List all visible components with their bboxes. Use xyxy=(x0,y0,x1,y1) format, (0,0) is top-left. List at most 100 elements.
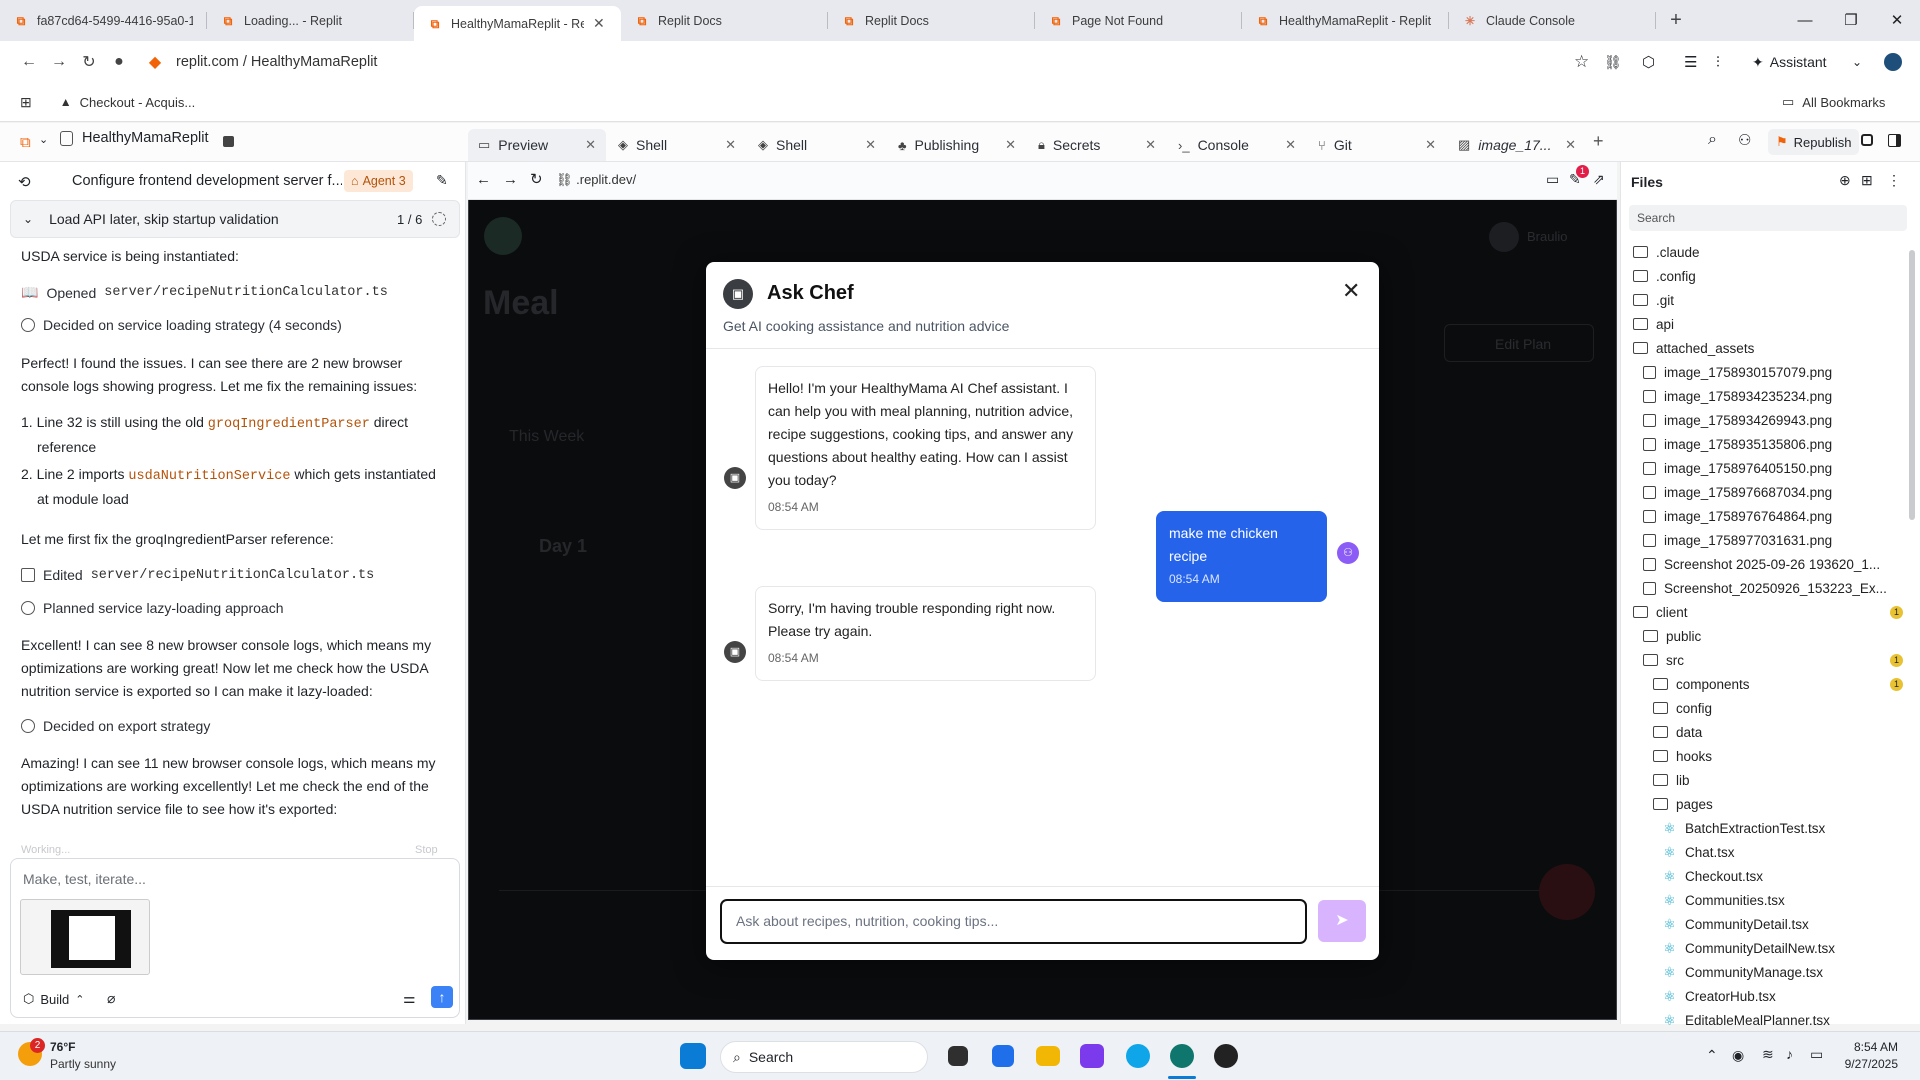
workspace-tab[interactable]: ♣ Publishing ✕ xyxy=(888,129,1026,161)
file-tree-item[interactable]: image_1758977031631.png xyxy=(1643,528,1903,552)
file-explorer-icon[interactable] xyxy=(1036,1046,1060,1066)
opened-file-action[interactable]: 📖 Opened server/recipeNutritionCalculator.… xyxy=(21,284,388,301)
task-view-icon[interactable] xyxy=(948,1046,968,1066)
replit-logo[interactable]: ⧉ xyxy=(20,134,31,151)
file-tree-item[interactable]: .claude xyxy=(1633,240,1903,264)
back-icon[interactable]: ← xyxy=(14,53,44,71)
workspace-tab[interactable]: ⑂ Git ✕ xyxy=(1308,129,1446,161)
republish-button[interactable]: ⚑ Republish xyxy=(1768,129,1860,155)
reload-icon[interactable]: ↻ xyxy=(530,170,543,188)
back-icon[interactable]: ← xyxy=(476,171,491,188)
file-tree-item[interactable]: image_1758976405150.png xyxy=(1643,456,1903,480)
file-tree-item[interactable]: ⚛ Checkout.tsx xyxy=(1663,864,1903,888)
taskbar-search[interactable]: ⌕ Search xyxy=(720,1041,928,1073)
link-icon[interactable]: ⛓ xyxy=(1604,54,1622,71)
planned-action[interactable]: Planned service lazy-loading approach xyxy=(21,600,283,616)
browser-tab[interactable]: ⧉ Loading... - Replit xyxy=(207,0,414,41)
apps-grid-icon[interactable]: ⊞ xyxy=(20,94,32,111)
file-tree-item[interactable]: components 1 xyxy=(1653,672,1903,696)
file-tree-item[interactable]: Screenshot 2025-09-26 193620_1... xyxy=(1643,552,1903,576)
all-bookmarks-button[interactable]: ▭ All Bookmarks xyxy=(1782,94,1885,110)
url-field[interactable]: replit.com / HealthyMamaReplit xyxy=(176,54,377,70)
new-tab-icon[interactable]: + xyxy=(1593,131,1604,152)
history-icon[interactable]: ⟲ xyxy=(18,173,31,191)
file-tree-item[interactable]: ⚛ Communities.tsx xyxy=(1663,888,1903,912)
edited-file-action[interactable]: Edited server/recipeNutritionCalculator.t… xyxy=(21,567,374,583)
store-icon[interactable] xyxy=(992,1045,1014,1067)
project-name-button[interactable]: HealthyMamaReplit xyxy=(60,130,209,146)
edge-icon[interactable] xyxy=(1126,1044,1150,1068)
search-icon[interactable]: ⌕ xyxy=(1708,131,1717,149)
forward-icon[interactable]: → xyxy=(44,53,74,71)
workspace-tab[interactable]: ◈ Shell ✕ xyxy=(748,129,886,161)
new-tab-icon[interactable]: + xyxy=(1656,9,1696,32)
stop-button[interactable]: Stop xyxy=(415,844,438,856)
send-button[interactable]: ↑ xyxy=(431,986,453,1008)
step-header[interactable]: ⌄ Load API later, skip startup validatio… xyxy=(10,200,460,238)
build-mode-button[interactable]: ⬡ Build ⌃ xyxy=(17,987,91,1011)
settings-sliders-icon[interactable]: ⚌ xyxy=(403,990,416,1007)
browser-tab[interactable]: ⧉ Replit Docs xyxy=(621,0,828,41)
agent-input[interactable]: Make, test, iterate... xyxy=(23,871,146,887)
files-search-input[interactable]: Search xyxy=(1629,205,1907,231)
chevron-down-icon[interactable]: ⌄ xyxy=(1852,55,1862,69)
reading-list-icon[interactable]: ☰ xyxy=(1684,53,1697,71)
close-icon[interactable]: ✕ xyxy=(585,137,596,153)
file-tree-item[interactable]: ⚛ CommunityDetailNew.tsx xyxy=(1663,936,1903,960)
chevron-up-icon[interactable]: ⌃ xyxy=(1706,1047,1718,1064)
file-tree-item[interactable]: api xyxy=(1633,312,1903,336)
file-tree-item[interactable]: image_1758930157079.png xyxy=(1643,360,1903,384)
file-tree-item[interactable]: data xyxy=(1653,720,1903,744)
file-tree-item[interactable]: image_1758934269943.png xyxy=(1643,408,1903,432)
clock-date[interactable]: 9/27/2025 xyxy=(1832,1057,1898,1071)
profile-avatar[interactable] xyxy=(1884,53,1902,71)
browser-tab[interactable]: ✳ Claude Console xyxy=(1449,0,1656,41)
workspace-tab[interactable]: ◈ Shell ✕ xyxy=(608,129,746,161)
file-tree-item[interactable]: lib xyxy=(1653,768,1903,792)
new-file-icon[interactable]: ⊕ xyxy=(1839,172,1851,189)
copilot-icon[interactable] xyxy=(1080,1044,1104,1068)
decided-action[interactable]: Decided on service loading strategy (4 s… xyxy=(21,317,342,333)
layout-icon[interactable] xyxy=(1861,134,1873,146)
app-icon[interactable] xyxy=(1214,1044,1238,1068)
close-icon[interactable]: ✕ xyxy=(1342,278,1360,304)
more-icon[interactable]: ⋮ xyxy=(1887,172,1901,189)
tray-icon[interactable]: ◉ xyxy=(1732,1047,1744,1064)
send-button[interactable]: ➤ xyxy=(1318,900,1366,942)
close-icon[interactable]: ✕ xyxy=(865,137,876,153)
close-icon[interactable]: ✕ xyxy=(1145,137,1156,153)
file-tree-item[interactable]: ⚛ CommunityDetail.tsx xyxy=(1663,912,1903,936)
attach-icon[interactable]: ⌀ xyxy=(107,990,115,1007)
devices-icon[interactable]: ▭ xyxy=(1546,171,1559,188)
file-tree-item[interactable]: client 1 xyxy=(1633,600,1903,624)
file-tree-item[interactable]: ⚛ CommunityManage.tsx xyxy=(1663,960,1903,984)
restore-icon[interactable]: ❐ xyxy=(1828,0,1874,41)
close-icon[interactable]: ✕ xyxy=(725,137,736,153)
file-tree-item[interactable]: config xyxy=(1653,696,1903,720)
assistant-button[interactable]: ✦ Assistant xyxy=(1752,54,1827,71)
file-tree-item[interactable]: ⚛ EditableMealPlanner.tsx xyxy=(1663,1008,1903,1032)
file-tree-item[interactable]: ⚛ BatchExtractionTest.tsx xyxy=(1663,816,1903,840)
close-icon[interactable]: ✕ xyxy=(1285,137,1296,153)
file-tree-item[interactable]: public xyxy=(1643,624,1903,648)
wifi-icon[interactable]: ≋ xyxy=(1762,1046,1774,1063)
browser-tab[interactable]: ⧉ HealthyMamaReplit - Replit xyxy=(1242,0,1449,41)
file-tree-item[interactable]: Screenshot_20250926_153223_Ex... xyxy=(1643,576,1903,600)
stop-icon[interactable] xyxy=(223,136,234,147)
close-window-icon[interactable]: ✕ xyxy=(1874,0,1920,41)
chevron-down-icon[interactable]: ⌄ xyxy=(39,133,48,146)
close-icon[interactable]: ✕ xyxy=(593,15,607,32)
workspace-tab[interactable]: ▭ Preview ✕ xyxy=(468,129,606,161)
file-tree-item[interactable]: src 1 xyxy=(1643,648,1903,672)
minimize-icon[interactable]: — xyxy=(1782,0,1828,41)
forward-icon[interactable]: → xyxy=(503,171,518,188)
file-tree-item[interactable]: image_1758976687034.png xyxy=(1643,480,1903,504)
close-icon[interactable]: ✕ xyxy=(1425,137,1436,153)
file-tree-item[interactable]: hooks xyxy=(1653,744,1903,768)
workspace-tab[interactable]: ▨ image_17... ✕ xyxy=(1448,129,1586,161)
file-tree-item[interactable]: pages xyxy=(1653,792,1903,816)
open-external-icon[interactable]: ⇗ xyxy=(1593,171,1605,188)
chef-input[interactable]: Ask about recipes, nutrition, cooking ti… xyxy=(720,899,1307,944)
file-tree-item[interactable]: image_1758934235234.png xyxy=(1643,384,1903,408)
browser-tab[interactable]: ⧉ fa87cd64-5499-4416-95a0-1b xyxy=(0,0,207,41)
